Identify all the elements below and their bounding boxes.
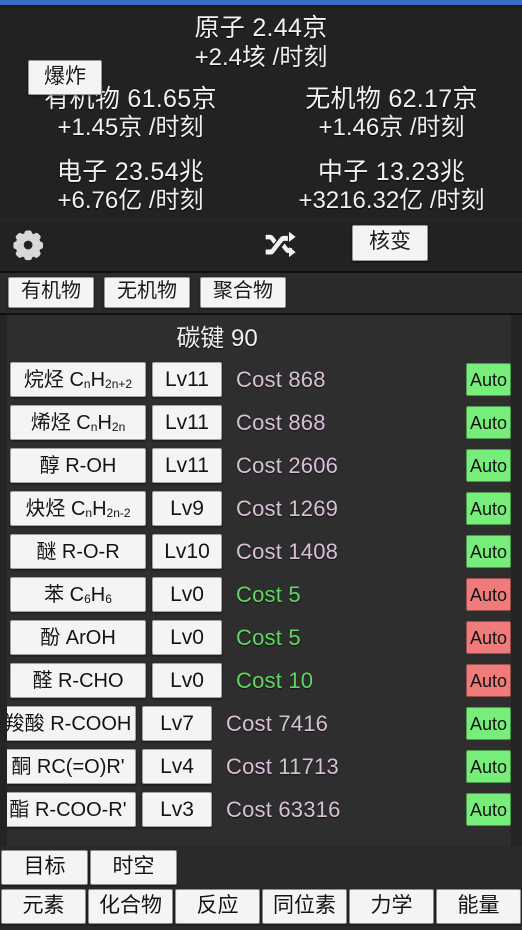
nav-spacetime[interactable]: 时空 (90, 849, 177, 885)
primary-nav: 元素 化合物 反应 同位素 力学 能量 (0, 886, 522, 930)
auto-toggle-button[interactable]: Auto (466, 621, 511, 655)
upgrade-level-button[interactable]: Lv3 (142, 792, 212, 828)
upgrade-cost: Cost 63316 (226, 796, 341, 822)
nav-elements[interactable]: 元素 (1, 888, 86, 924)
upgrade-row: 醚 R-O-R Lv10 Cost 1408 Auto (7, 530, 511, 573)
upgrade-cost: Cost 2606 (236, 452, 339, 478)
upgrade-row: 醛 R-CHO Lv0 Cost 10 Auto (7, 659, 511, 702)
upgrade-row: 炔烃 Cn H 2n-2 Lv9 Cost 1269 Auto (7, 487, 511, 530)
auto-toggle-button[interactable]: Auto (466, 406, 511, 440)
fusion-button[interactable]: 核变 (352, 225, 428, 261)
upgrade-cost: Cost 10 (236, 667, 314, 693)
auto-toggle-button[interactable]: Auto (466, 664, 511, 698)
explode-button[interactable]: 爆炸 (28, 60, 102, 96)
upgrade-level-button[interactable]: Lv11 (152, 448, 222, 484)
upgrade-cost: Cost 7416 (226, 710, 329, 736)
resource-organic-rate: +1.45京 /时刻 (57, 113, 204, 141)
upgrade-name-button[interactable]: 醇 R-OH (10, 448, 146, 484)
upgrade-name-button[interactable]: 醚 R-O-R (10, 534, 146, 570)
gear-icon[interactable] (10, 228, 44, 262)
upgrade-level-button[interactable]: Lv0 (152, 663, 222, 699)
upgrade-name-button[interactable]: 烷烃 Cn H 2n+2 (10, 362, 146, 398)
upgrade-cost: Cost 1408 (236, 538, 339, 564)
upgrade-cost: Cost 1269 (236, 495, 339, 521)
resource-header: 原子 2.44京 +2.4垓 /时刻 爆炸 有机物 61.65京 +1.45京 … (0, 8, 522, 218)
upgrade-row: 烯烃 Cn H 2n Lv11 Cost 868 Auto (7, 401, 511, 444)
upgrade-row: 酚 ArOH Lv0 Cost 5 Auto (7, 616, 511, 659)
upgrade-level-button[interactable]: Lv9 (152, 491, 222, 527)
upgrade-name-button[interactable]: 羧酸 R-COOH (7, 706, 136, 742)
game-screen: 原子 2.44京 +2.4垓 /时刻 爆炸 有机物 61.65京 +1.45京 … (0, 0, 522, 930)
auto-toggle-button[interactable]: Auto (466, 793, 511, 827)
nav-isotopes[interactable]: 同位素 (262, 888, 347, 924)
primary-resource-amount: 原子 2.44京 (194, 14, 328, 42)
upgrade-list: 烷烃 Cn H 2n+2 Lv11 Cost 868 Auto 烯烃 Cn H 2n Lv11 Co… (7, 358, 511, 831)
action-bar: 核变 (0, 223, 522, 272)
auto-toggle-button[interactable]: Auto (466, 707, 511, 741)
auto-toggle-button[interactable]: Auto (466, 578, 511, 612)
upgrade-name-button[interactable]: 酯 R-COO-R' (7, 792, 136, 828)
upgrade-level-button[interactable]: Lv11 (152, 362, 222, 398)
upgrade-name-button[interactable]: 苯 C6H6 (10, 577, 146, 613)
category-tabs: 有机物 无机物 聚合物 (0, 271, 522, 316)
shuffle-icon[interactable] (263, 230, 297, 260)
upgrade-row: 烷烃 Cn H 2n+2 Lv11 Cost 868 Auto (7, 358, 511, 401)
upgrade-level-button[interactable]: Lv10 (152, 534, 222, 570)
upgrade-cost: Cost 868 (236, 366, 326, 392)
tab-inorganic[interactable]: 无机物 (104, 277, 190, 309)
upgrade-name-button[interactable]: 酚 ArOH (10, 620, 146, 656)
upgrade-row: 羧酸 R-COOH Lv7 Cost 7416 Auto (7, 702, 511, 745)
upgrade-name-button[interactable]: 酮 RC(=O)R' (7, 749, 136, 785)
upgrade-row: 酮 RC(=O)R' Lv4 Cost 11713 Auto (7, 745, 511, 788)
upgrade-level-button[interactable]: Lv0 (152, 577, 222, 613)
auto-toggle-button[interactable]: Auto (466, 363, 511, 397)
content-panel: 碳键 90 烷烃 Cn H 2n+2 Lv11 Cost 868 Auto 烯烃 Cn H 2n… (0, 315, 522, 846)
upgrade-level-button[interactable]: Lv7 (142, 706, 212, 742)
upgrade-row: 苯 C 6 H 6 Lv0 Cost 5 Auto (7, 573, 511, 616)
resource-grid: 有机物 61.65京 +1.45京 /时刻 无机物 62.17京 +1.46京 … (0, 84, 522, 216)
upgrade-cost: Cost 5 (236, 581, 301, 607)
upgrade-cost: Cost 11713 (226, 753, 339, 779)
nav-mechanics[interactable]: 力学 (349, 888, 434, 924)
upgrade-row: 酯 R-COO-R' Lv3 Cost 63316 Auto (7, 788, 511, 831)
resource-inorganic-rate: +1.46京 /时刻 (318, 113, 465, 141)
upgrade-level-button[interactable]: Lv11 (152, 405, 222, 441)
upgrade-level-button[interactable]: Lv0 (152, 620, 222, 656)
secondary-nav: 目标 时空 (0, 845, 522, 887)
resource-neutron-amount: 中子 13.23兆 (317, 157, 466, 186)
tab-organic[interactable]: 有机物 (8, 277, 94, 309)
resource-inorganic-amount: 无机物 62.17京 (305, 84, 478, 113)
auto-toggle-button[interactable]: Auto (466, 492, 511, 526)
nav-compounds[interactable]: 化合物 (88, 888, 173, 924)
tab-polymer[interactable]: 聚合物 (200, 277, 286, 309)
panel-title: 碳键 90 (176, 325, 258, 353)
upgrade-cost: Cost 5 (236, 624, 301, 650)
nav-reactions[interactable]: 反应 (175, 888, 260, 924)
upgrade-cost: Cost 868 (236, 409, 326, 435)
nav-goals[interactable]: 目标 (1, 849, 88, 885)
nav-energy[interactable]: 能量 (436, 888, 521, 924)
resource-electron-rate: +6.76亿 /时刻 (57, 186, 204, 214)
auto-toggle-button[interactable]: Auto (466, 750, 511, 784)
resource-inorganic: 无机物 62.17京 +1.46京 /时刻 (261, 84, 522, 143)
auto-toggle-button[interactable]: Auto (466, 535, 511, 569)
upgrade-level-button[interactable]: Lv4 (142, 749, 212, 785)
resource-electron-amount: 电子 23.54兆 (56, 157, 205, 186)
resource-neutron-rate: +3216.32亿 /时刻 (298, 186, 485, 214)
upgrade-name-button[interactable]: 炔烃 Cn H 2n-2 (10, 491, 146, 527)
resource-neutron: 中子 13.23兆 +3216.32亿 /时刻 (261, 157, 522, 216)
auto-toggle-button[interactable]: Auto (466, 449, 511, 483)
resource-electron: 电子 23.54兆 +6.76亿 /时刻 (0, 157, 261, 216)
upgrade-name-button[interactable]: 烯烃 Cn H 2n (10, 405, 146, 441)
upgrade-name-button[interactable]: 醛 R-CHO (10, 663, 146, 699)
upgrade-row: 醇 R-OH Lv11 Cost 2606 Auto (7, 444, 511, 487)
